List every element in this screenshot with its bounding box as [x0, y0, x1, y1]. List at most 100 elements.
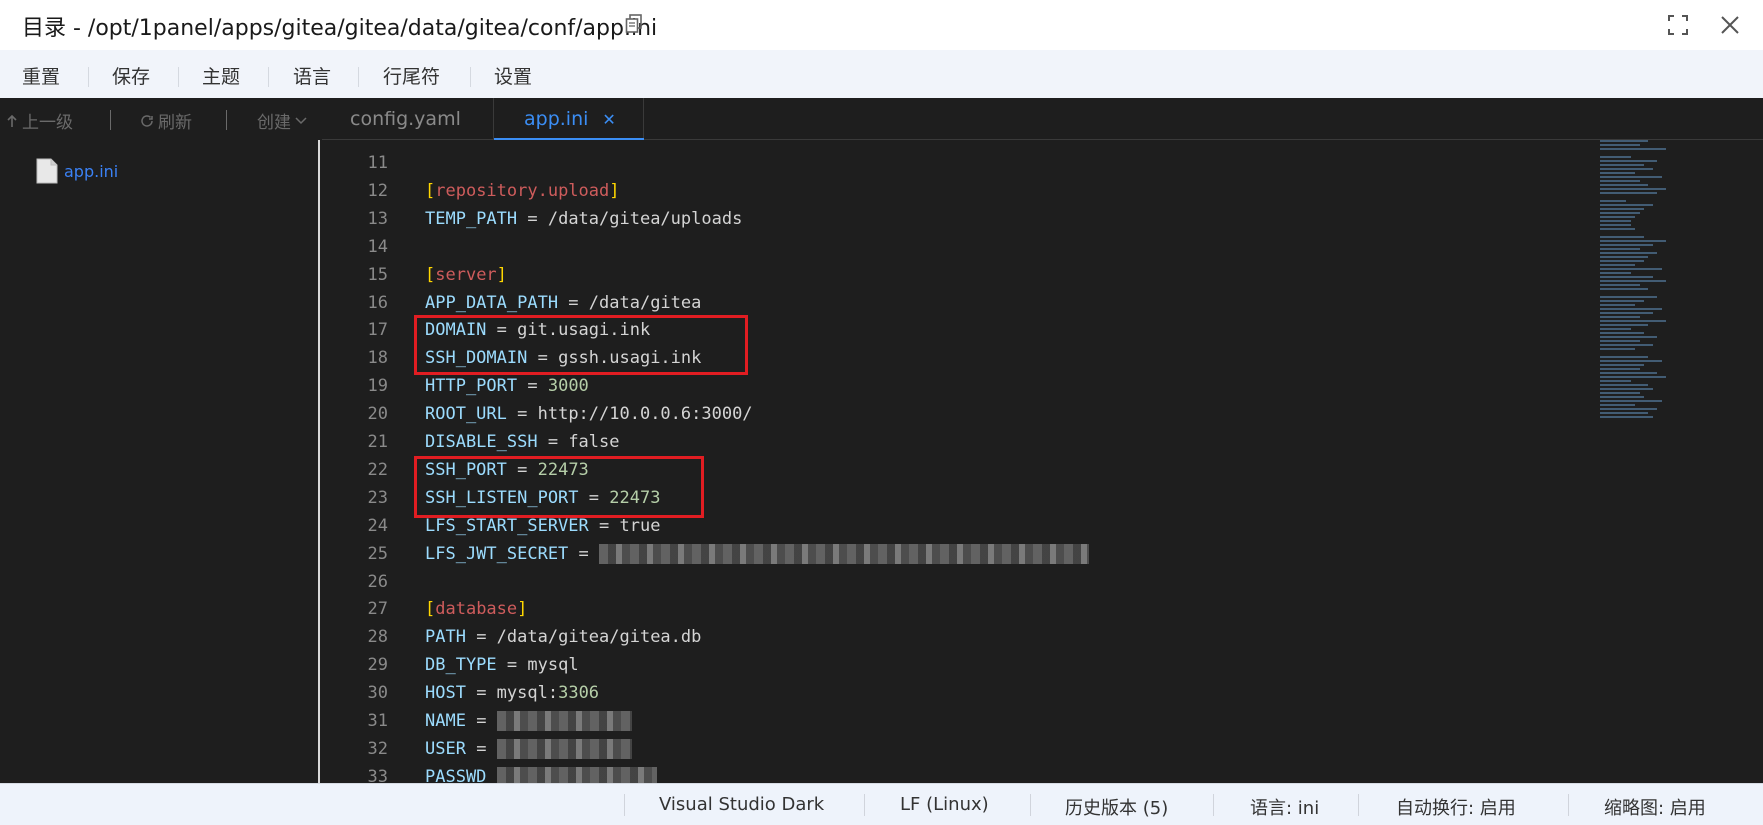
minimap-line	[1600, 336, 1658, 338]
minimap-line	[1600, 144, 1640, 146]
minimap-line	[1600, 388, 1653, 390]
save-menu-item[interactable]: 保存	[112, 62, 150, 89]
theme-menu-item[interactable]: 主题	[202, 62, 240, 89]
language-menu-item[interactable]: 语言	[293, 62, 331, 89]
minimap-line	[1600, 408, 1658, 410]
line-number: 29	[367, 655, 388, 676]
up-level-label: 上一级	[22, 113, 73, 133]
line-text: TEMP_PATH = /data/gitea/uploads	[425, 208, 743, 229]
line-ending-menu-item[interactable]: 行尾符	[383, 62, 440, 89]
domain-highlight-box	[414, 315, 748, 375]
minimap-line	[1600, 296, 1658, 298]
minimap-line	[1600, 304, 1636, 306]
minimap-line	[1600, 244, 1653, 246]
minimap-line	[1600, 324, 1649, 326]
minimap-line	[1600, 204, 1653, 206]
minimap-line	[1600, 256, 1649, 258]
file-icon	[36, 158, 58, 184]
toolbar-divider	[226, 110, 227, 130]
close-tab-icon[interactable]: ✕	[602, 110, 615, 129]
redacted-value	[496, 711, 632, 731]
line-text: DB_TYPE = mysql	[425, 655, 579, 676]
minimap-line	[1600, 252, 1658, 254]
code-minimap[interactable]	[1600, 140, 1700, 420]
status-divider	[1213, 794, 1214, 816]
line-text: USER =	[425, 735, 632, 763]
menu-divider	[178, 67, 179, 87]
status-minimap[interactable]: 缩略图: 启用	[1604, 794, 1706, 820]
line-number: 16	[367, 292, 388, 313]
minimap-line	[1600, 280, 1666, 282]
minimap-line	[1600, 316, 1640, 318]
minimap-line	[1600, 168, 1653, 170]
line-text: PASSWD	[425, 763, 657, 783]
line-text: HOST = mysql:3306	[425, 683, 600, 704]
line-number: 32	[367, 738, 388, 759]
minimap-line	[1600, 348, 1636, 350]
refresh-label: 刷新	[158, 113, 192, 133]
status-divider	[864, 794, 865, 816]
minimap-line	[1600, 380, 1631, 382]
status-line-ending[interactable]: LF (Linux)	[900, 794, 989, 815]
line-number: 28	[367, 627, 388, 648]
minimap-line	[1600, 220, 1631, 222]
minimap-line	[1600, 184, 1649, 186]
line-number: 19	[367, 376, 388, 397]
line-number: 20	[367, 404, 388, 425]
minimap-line	[1600, 176, 1662, 178]
minimap-line	[1600, 400, 1662, 402]
up-level-button[interactable]: 上一级	[6, 108, 73, 133]
line-text: HTTP_PORT = 3000	[425, 376, 589, 397]
refresh-button[interactable]: 刷新	[140, 108, 192, 133]
minimap-line	[1600, 156, 1631, 158]
minimap-line	[1600, 228, 1636, 230]
create-dropdown[interactable]: 创建	[257, 108, 307, 133]
line-number: 25	[367, 543, 388, 564]
line-text: PATH = /data/gitea/gitea.db	[425, 627, 702, 648]
line-text: [server]	[425, 264, 507, 285]
line-number: 13	[367, 208, 388, 229]
fullscreen-icon[interactable]	[1666, 13, 1690, 37]
file-tree-item[interactable]: app.ini	[36, 158, 118, 184]
copy-icon[interactable]	[625, 14, 643, 34]
line-text: NAME =	[425, 707, 632, 735]
minimap-line	[1600, 392, 1640, 394]
status-theme[interactable]: Visual Studio Dark	[659, 794, 824, 815]
reset-menu-item[interactable]: 重置	[22, 62, 60, 89]
status-language[interactable]: 语言: ini	[1250, 794, 1319, 820]
minimap-line	[1600, 340, 1640, 342]
minimap-line	[1600, 288, 1649, 290]
minimap-line	[1600, 272, 1631, 274]
minimap-line	[1600, 376, 1666, 378]
line-number: 26	[367, 571, 388, 592]
editor-scrollbar[interactable]	[1750, 140, 1763, 783]
menu-divider	[358, 67, 359, 87]
title-bar: 目录 - /opt/1panel/apps/gitea/gitea/data/g…	[0, 0, 1763, 50]
file-sidebar: 上一级 刷新 创建 app.ini	[0, 98, 320, 783]
minimap-line	[1600, 208, 1644, 210]
status-word-wrap[interactable]: 自动换行: 启用	[1396, 794, 1516, 820]
redacted-value	[599, 543, 1090, 564]
minimap-line	[1600, 268, 1662, 270]
minimap-line	[1600, 160, 1658, 162]
close-icon[interactable]	[1718, 13, 1742, 37]
line-text: DISABLE_SSH = false	[425, 432, 620, 452]
minimap-line	[1600, 308, 1662, 310]
minimap-line	[1600, 248, 1640, 250]
minimap-line	[1600, 236, 1644, 238]
menu-divider	[88, 67, 89, 87]
settings-menu-item[interactable]: 设置	[494, 62, 532, 89]
minimap-line	[1600, 332, 1644, 334]
tab-config-yaml[interactable]: config.yaml	[322, 98, 494, 140]
tab-label: config.yaml	[350, 108, 461, 130]
line-number: 23	[367, 487, 388, 508]
menu-divider	[268, 67, 269, 87]
line-number: 33	[367, 766, 388, 783]
minimap-line	[1600, 148, 1666, 150]
minimap-line	[1600, 364, 1644, 366]
tab-app-ini[interactable]: app.ini ✕	[494, 98, 644, 140]
minimap-line	[1600, 172, 1636, 174]
status-history[interactable]: 历史版本 (5)	[1065, 794, 1168, 820]
line-text: [repository.upload]	[425, 180, 620, 201]
toolbar-divider	[110, 110, 111, 130]
